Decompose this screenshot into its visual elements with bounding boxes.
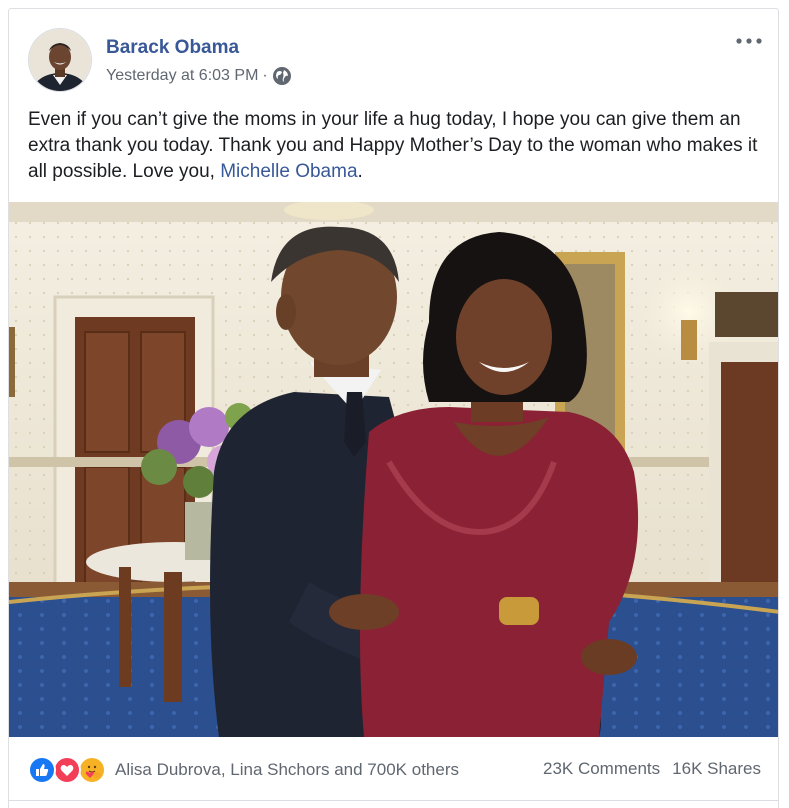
reactions-summary[interactable]: Alisa Dubrova, Lina Shchors and 700K oth… [28, 755, 459, 785]
more-options-icon[interactable] [734, 31, 764, 51]
post-header: Barack Obama Yesterday at 6:03 PM · [9, 9, 778, 99]
photo-image [9, 202, 778, 737]
avatar-image [29, 29, 91, 91]
post-engagement-bar: Alisa Dubrova, Lina Shchors and 700K oth… [9, 737, 778, 801]
engagement-counts: 23K Comments 16K Shares [543, 759, 761, 779]
mention-link[interactable]: Michelle Obama [220, 161, 357, 182]
reactors-summary[interactable]: Alisa Dubrova, Lina Shchors and 700K oth… [115, 760, 459, 780]
post-timestamp[interactable]: Yesterday at 6:03 PM [106, 67, 258, 85]
post-card: Barack Obama Yesterday at 6:03 PM · Even… [8, 8, 779, 808]
care-icon[interactable] [78, 756, 106, 784]
comments-count-link[interactable]: 23K Comments [543, 759, 660, 779]
meta-separator: · [262, 67, 268, 84]
post-message-text: Even if you can’t give the moms in your … [28, 109, 758, 182]
shares-count-link[interactable]: 16K Shares [672, 759, 761, 779]
post-message-end: . [357, 161, 363, 182]
author-name[interactable]: Barack Obama [106, 37, 239, 59]
globe-icon[interactable] [272, 66, 292, 86]
post-photo[interactable] [9, 202, 778, 737]
author-avatar[interactable] [28, 28, 92, 92]
love-icon[interactable] [53, 756, 81, 784]
like-icon[interactable] [28, 756, 56, 784]
post-meta: Yesterday at 6:03 PM · [106, 66, 292, 86]
post-message: Even if you can’t give the moms in your … [28, 107, 768, 185]
